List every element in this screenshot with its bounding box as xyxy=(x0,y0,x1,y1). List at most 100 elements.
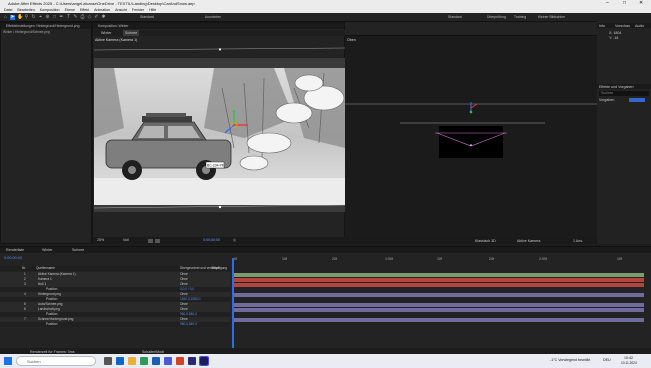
explorer-icon[interactable] xyxy=(128,357,136,365)
selection-tool-icon[interactable]: ➤ xyxy=(10,15,15,20)
eraser-tool-icon[interactable]: ◇ xyxy=(87,15,92,20)
rectangle-tool-icon[interactable]: □ xyxy=(52,15,57,20)
window-title: Adobe After Effects 2025 - C:\Users\ange… xyxy=(8,1,195,6)
tab-audio[interactable]: Audio xyxy=(635,24,644,28)
resolution-dropdown[interactable]: Voll xyxy=(123,237,129,244)
windows-taskbar: Suchen -1°C Vorwiegend bewölkt DEU 10:42… xyxy=(0,354,651,368)
windows-start-icon[interactable] xyxy=(4,357,12,365)
clock-time[interactable]: 10:42 xyxy=(624,356,633,360)
roto-tool-icon[interactable]: ✐ xyxy=(94,15,99,20)
edge-icon[interactable] xyxy=(116,357,124,365)
subtab-snow[interactable]: Schnee xyxy=(123,30,140,36)
layer-name[interactable]: Position xyxy=(46,322,57,327)
time-ruler[interactable]: 0f 10f 20f 1:00f 10f 20f 2:00f 10f xyxy=(232,257,651,263)
hand-tool-icon[interactable]: ✋ xyxy=(17,15,23,20)
timeline-timecode[interactable]: 0;00;00;00 xyxy=(4,256,22,260)
subtab-winter[interactable]: Winter xyxy=(101,31,111,35)
layer-duration-bar[interactable] xyxy=(234,307,644,312)
after-effects-icon[interactable] xyxy=(199,356,209,366)
layer-property-row[interactable]: Position 960,0,540,0 xyxy=(0,322,230,327)
premiere-icon[interactable] xyxy=(188,357,196,365)
excel-icon[interactable] xyxy=(140,357,148,365)
minimize-button[interactable]: – xyxy=(606,0,609,7)
layer-duration-bar[interactable] xyxy=(234,282,644,287)
layer-column-header: Nr. Quellenname Übergeordnet und verknüp… xyxy=(0,266,230,271)
snap-toggle[interactable]: Ausrichten xyxy=(205,15,221,19)
timeline-panel: Renderliste Winter Schnee 0;00;00;00 Nr.… xyxy=(0,246,651,355)
views-dropdown[interactable]: 1 Ans. xyxy=(573,239,583,243)
workspace-standard[interactable]: Standard xyxy=(448,15,462,19)
window-titlebar: Adobe After Effects 2025 - C:\Users\ange… xyxy=(0,0,651,7)
layer-duration-bar[interactable] xyxy=(234,317,644,322)
top-view-footer: Klassisch 3D Aktive Kamera 1 Ans. xyxy=(345,237,597,244)
preset-highlight xyxy=(629,98,645,102)
tab-info[interactable]: Info xyxy=(599,24,605,28)
workspace-small-screen[interactable]: Kleiner Bildschirm xyxy=(538,15,565,19)
menu-composition[interactable]: Komposition xyxy=(40,8,60,12)
camera-icon[interactable]: ◎ xyxy=(233,237,236,244)
maximize-button[interactable]: □ xyxy=(623,0,626,7)
layer-duration-bar[interactable] xyxy=(234,277,644,282)
menu-window[interactable]: Fenster xyxy=(132,8,144,12)
rotate-tool-icon[interactable]: ↻ xyxy=(31,15,36,20)
standard-workspace-label[interactable]: Standard xyxy=(140,15,154,19)
home-icon[interactable]: ⌂ xyxy=(3,15,8,20)
pan-behind-tool-icon[interactable]: ⊕ xyxy=(45,15,50,20)
menu-animation[interactable]: Animation xyxy=(94,8,110,12)
layer-parent[interactable]: 960,0,540,0 xyxy=(180,322,197,327)
top-view-header xyxy=(345,22,597,36)
effect-controls-panel: Effekteinstellungen: Hintergrund/Hinterg… xyxy=(0,22,92,244)
menu-layer[interactable]: Ebene xyxy=(65,8,75,12)
snow-scene-image: BC-234-PF xyxy=(93,58,346,212)
workspace-review[interactable]: Überprüfung xyxy=(487,15,506,19)
close-button[interactable]: ✕ xyxy=(639,0,643,7)
presets-item[interactable]: Vorgaben xyxy=(599,98,649,102)
switches-modes-toggle[interactable]: Schalter/Modi xyxy=(142,350,164,354)
zoom-dropdown[interactable]: 25% xyxy=(97,237,104,244)
menu-file[interactable]: Datei xyxy=(4,8,12,12)
taskbar-search-input[interactable]: Suchen xyxy=(16,356,96,366)
pen-tool-icon[interactable]: ✒ xyxy=(59,15,64,20)
top-view-scene xyxy=(345,102,597,158)
timecode-display[interactable]: 0;00;00;00 xyxy=(203,237,220,244)
powerpoint-icon[interactable] xyxy=(176,357,184,365)
outlook-icon[interactable] xyxy=(152,357,160,365)
menu-help[interactable]: Hilfe xyxy=(149,8,156,12)
mask-icon[interactable] xyxy=(155,238,160,243)
menu-edit[interactable]: Bearbeiten xyxy=(17,8,34,12)
tab-comp-snow[interactable]: Schnee xyxy=(72,248,84,252)
effects-presets-tab[interactable]: Effekte und Vorgaben xyxy=(597,84,651,89)
render-time-label: Renderzeit für Frames: 0ms xyxy=(30,349,75,354)
layer-duration-bar[interactable] xyxy=(234,272,644,277)
task-view-icon[interactable] xyxy=(104,357,112,365)
weather-widget[interactable]: -1°C Vorwiegend bewölkt xyxy=(550,358,590,362)
tab-comp-winter[interactable]: Winter xyxy=(42,248,52,252)
effect-controls-tab[interactable]: Effekteinstellungen: Hintergrund/Hinterg… xyxy=(1,23,91,29)
stamp-tool-icon[interactable]: ⎙ xyxy=(80,15,85,20)
effects-search-input[interactable]: Suchen xyxy=(599,91,649,96)
tab-render-queue[interactable]: Renderliste xyxy=(6,248,24,252)
top-3d-view[interactable]: Oben Klassisch 3D Aktive Kamera 1 Ans. xyxy=(345,36,597,244)
teams-icon[interactable] xyxy=(164,357,172,365)
viewer-label: Aktive Kamera (Kamera 1) xyxy=(95,38,138,42)
language-indicator[interactable]: DEU xyxy=(603,358,611,362)
renderer-label[interactable]: Klassisch 3D xyxy=(475,239,496,243)
layer-duration-bar[interactable] xyxy=(234,292,644,297)
menu-view[interactable]: Ansicht xyxy=(115,8,127,12)
comp-subtab-row: Winter Schnee xyxy=(93,30,346,36)
type-tool-icon[interactable]: T xyxy=(66,15,71,20)
info-y: Y: -16 xyxy=(609,36,619,40)
workspace-training[interactable]: Training xyxy=(514,15,526,19)
clock-date[interactable]: 10.11.2024 xyxy=(621,361,637,365)
grid-icon[interactable] xyxy=(148,238,153,243)
zoom-tool-icon[interactable]: ⚲ xyxy=(24,15,29,20)
camera-tool-icon[interactable]: ⌖ xyxy=(38,15,43,20)
layer-duration-bar[interactable] xyxy=(234,302,644,307)
menu-effect[interactable]: Effekt xyxy=(80,8,89,12)
composition-tab[interactable]: Komposition: Winter xyxy=(93,23,344,29)
brush-tool-icon[interactable]: ✎ xyxy=(73,15,78,20)
puppet-tool-icon[interactable]: ✱ xyxy=(101,15,106,20)
comp-viewer-canvas[interactable]: BC-234-PF xyxy=(93,58,346,212)
active-camera-dropdown[interactable]: Aktive Kamera xyxy=(517,239,540,243)
tab-preview[interactable]: Vorschau xyxy=(615,24,630,28)
